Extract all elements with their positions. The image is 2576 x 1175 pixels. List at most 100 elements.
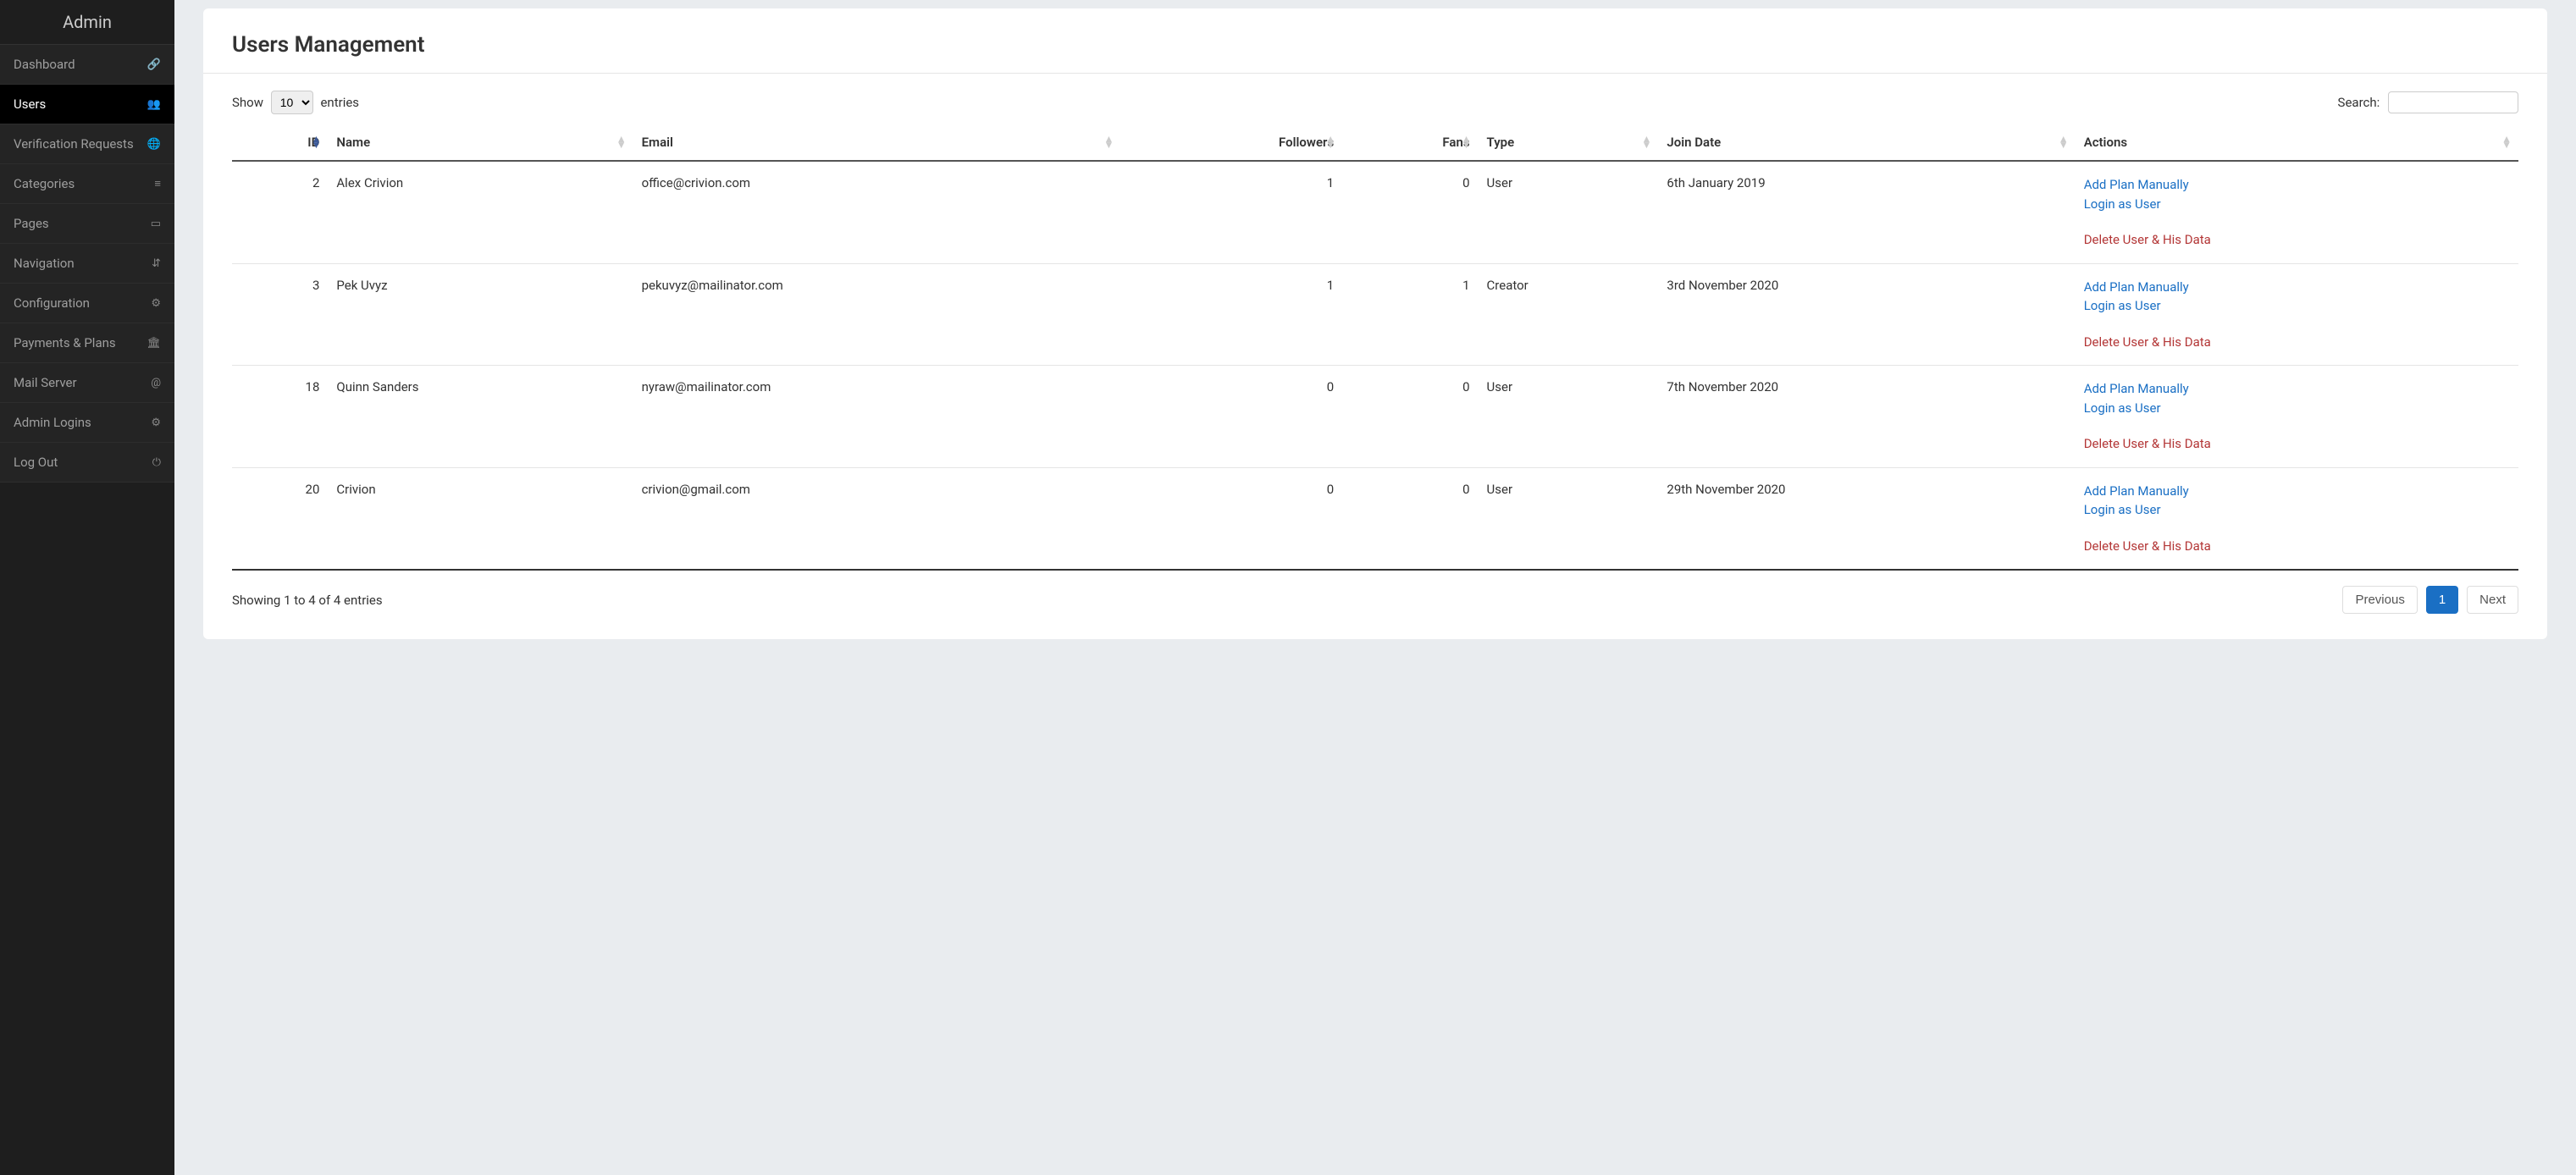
column-join-date[interactable]: Join Date ▲▼ bbox=[1658, 124, 2075, 161]
users-table: ID▲▼Name▲▼Email▲▼Followers▲▼Fans▲▼Type▲▼… bbox=[232, 124, 2518, 571]
table-controls: Show 10 entries Search: bbox=[232, 91, 2518, 114]
cell-email: office@crivion.com bbox=[633, 161, 1121, 263]
at-icon: @ bbox=[151, 377, 161, 389]
sort-icon: ▲▼ bbox=[1103, 136, 1114, 148]
show-label: Show bbox=[232, 95, 263, 110]
sidebar-item-navigation[interactable]: Navigation ⇵ bbox=[0, 244, 174, 284]
login-as-link[interactable]: Login as User bbox=[2084, 500, 2510, 520]
main-content: Users Management Show 10 entries Search: bbox=[174, 0, 2576, 1175]
length-control: Show 10 entries bbox=[232, 91, 359, 114]
delete-user-link[interactable]: Delete User & His Data bbox=[2084, 537, 2510, 556]
cell-type: User bbox=[1479, 161, 1659, 263]
cell-actions: Add Plan ManuallyLogin as User Delete Use… bbox=[2076, 161, 2518, 263]
sort-icon: ▲▼ bbox=[1462, 136, 1472, 148]
sidebar-item-payments-plans[interactable]: Payments & Plans🏛 bbox=[0, 323, 174, 363]
column-followers[interactable]: Followers▲▼ bbox=[1120, 124, 1342, 161]
sidebar-item-pages[interactable]: Pages▭ bbox=[0, 204, 174, 244]
add-plan-link[interactable]: Add Plan Manually bbox=[2084, 278, 2510, 297]
cell-fans: 0 bbox=[1342, 467, 1478, 570]
bars-icon: ≡ bbox=[154, 177, 161, 190]
column-name[interactable]: Name ▲▼ bbox=[328, 124, 633, 161]
cell-type: User bbox=[1479, 366, 1659, 468]
cell-name: Pek Uvyz bbox=[328, 263, 633, 366]
sort-icon: ▲▼ bbox=[312, 136, 322, 148]
column-label: Join Date bbox=[1667, 135, 1721, 150]
cell-fans: 0 bbox=[1342, 161, 1478, 263]
cell-join-date: 29th November 2020 bbox=[1658, 467, 2075, 570]
divider bbox=[203, 73, 2547, 74]
users-icon: 👥 bbox=[147, 98, 161, 111]
delete-user-link[interactable]: Delete User & His Data bbox=[2084, 434, 2510, 454]
cell-email: crivion@gmail.com bbox=[633, 467, 1121, 570]
cell-id: 20 bbox=[232, 467, 328, 570]
column-type[interactable]: Type▲▼ bbox=[1479, 124, 1659, 161]
previous-button[interactable]: Previous bbox=[2342, 586, 2417, 614]
link-icon: 🔗 bbox=[147, 58, 161, 71]
delete-user-link[interactable]: Delete User & His Data bbox=[2084, 230, 2510, 250]
cell-email: pekuvyz@mailinator.com bbox=[633, 263, 1121, 366]
column-label: Name bbox=[336, 135, 370, 150]
search-label: Search: bbox=[2338, 95, 2380, 110]
sidebar-item-label: Navigation bbox=[14, 256, 75, 271]
sidebar-item-label: Pages bbox=[14, 216, 49, 231]
sidebar-item-label: Mail Server bbox=[14, 375, 77, 390]
sidebar-item-dashboard[interactable]: Dashboard 🔗 bbox=[0, 45, 174, 85]
next-button[interactable]: Next bbox=[2467, 586, 2518, 614]
sidebar-item-verification-requests[interactable]: Verification Requests🌐 bbox=[0, 124, 174, 164]
add-plan-link[interactable]: Add Plan Manually bbox=[2084, 482, 2510, 501]
sort-icon: ▲▼ bbox=[2059, 136, 2069, 148]
table-row: 18Quinn Sandersnyraw@mailinator.com00Use… bbox=[232, 366, 2518, 468]
sidebar-item-label: Configuration bbox=[14, 295, 90, 311]
column-fans[interactable]: Fans▲▼ bbox=[1342, 124, 1478, 161]
table-footer: Showing 1 to 4 of 4 entries Previous 1 N… bbox=[232, 586, 2518, 614]
entries-label: entries bbox=[320, 95, 359, 110]
sidebar-title: Admin bbox=[0, 0, 174, 45]
cell-actions: Add Plan ManuallyLogin as User Delete Use… bbox=[2076, 467, 2518, 570]
sidebar-item-categories[interactable]: Categories ≡ bbox=[0, 164, 174, 204]
sidebar-item-log-out[interactable]: Log Out⏻ bbox=[0, 443, 174, 483]
delete-user-link[interactable]: Delete User & His Data bbox=[2084, 333, 2510, 352]
gear-icon: ⚙ bbox=[151, 416, 161, 429]
sidebar: Admin Dashboard 🔗 Users 👥 Verification Reque… bbox=[0, 0, 174, 1175]
table-row: 20Crivioncrivion@gmail.com00User29th Nov… bbox=[232, 467, 2518, 570]
sidebar-item-label: Categories bbox=[14, 176, 75, 191]
column-actions[interactable]: Actions▲▼ bbox=[2076, 124, 2518, 161]
sidebar-item-label: Dashboard bbox=[14, 57, 75, 72]
sidebar-item-admin-logins[interactable]: Admin Logins⚙ bbox=[0, 403, 174, 443]
sidebar-item-label: Users bbox=[14, 97, 46, 112]
card: Users Management Show 10 entries Search: bbox=[203, 8, 2547, 639]
sidebar-item-mail-server[interactable]: Mail Server @ bbox=[0, 363, 174, 403]
sidebar-item-users[interactable]: Users 👥 bbox=[0, 85, 174, 124]
cell-actions: Add Plan ManuallyLogin as User Delete Use… bbox=[2076, 366, 2518, 468]
page-1-button[interactable]: 1 bbox=[2426, 586, 2458, 614]
add-plan-link[interactable]: Add Plan Manually bbox=[2084, 175, 2510, 195]
page-length-select[interactable]: 10 bbox=[271, 91, 313, 114]
sort-icon: ⇵ bbox=[152, 257, 161, 270]
cell-name: Crivion bbox=[328, 467, 633, 570]
power-icon: ⏻ bbox=[152, 456, 161, 469]
sort-icon: ▲▼ bbox=[2501, 136, 2512, 148]
login-as-link[interactable]: Login as User bbox=[2084, 296, 2510, 316]
cell-name: Alex Crivion bbox=[328, 161, 633, 263]
cell-actions: Add Plan ManuallyLogin as User Delete Use… bbox=[2076, 263, 2518, 366]
cell-join-date: 7th November 2020 bbox=[1658, 366, 2075, 468]
search-control: Search: bbox=[2338, 91, 2518, 113]
page-title: Users Management bbox=[232, 32, 2518, 58]
sort-icon: ▲▼ bbox=[616, 136, 627, 148]
login-as-link[interactable]: Login as User bbox=[2084, 195, 2510, 214]
search-input[interactable] bbox=[2388, 91, 2518, 113]
bank-icon: 🏛 bbox=[146, 337, 161, 350]
sidebar-item-configuration[interactable]: Configuration⚙ bbox=[0, 284, 174, 323]
table-info: Showing 1 to 4 of 4 entries bbox=[232, 593, 383, 608]
login-as-link[interactable]: Login as User bbox=[2084, 399, 2510, 418]
cell-followers: 1 bbox=[1120, 161, 1342, 263]
column-id[interactable]: ID▲▼ bbox=[232, 124, 328, 161]
add-plan-link[interactable]: Add Plan Manually bbox=[2084, 379, 2510, 399]
cell-join-date: 6th January 2019 bbox=[1658, 161, 2075, 263]
cell-name: Quinn Sanders bbox=[328, 366, 633, 468]
pagination: Previous 1 Next bbox=[2342, 586, 2518, 614]
column-email[interactable]: Email▲▼ bbox=[633, 124, 1121, 161]
cell-fans: 1 bbox=[1342, 263, 1478, 366]
cell-followers: 0 bbox=[1120, 467, 1342, 570]
column-label: Type bbox=[1487, 135, 1515, 150]
